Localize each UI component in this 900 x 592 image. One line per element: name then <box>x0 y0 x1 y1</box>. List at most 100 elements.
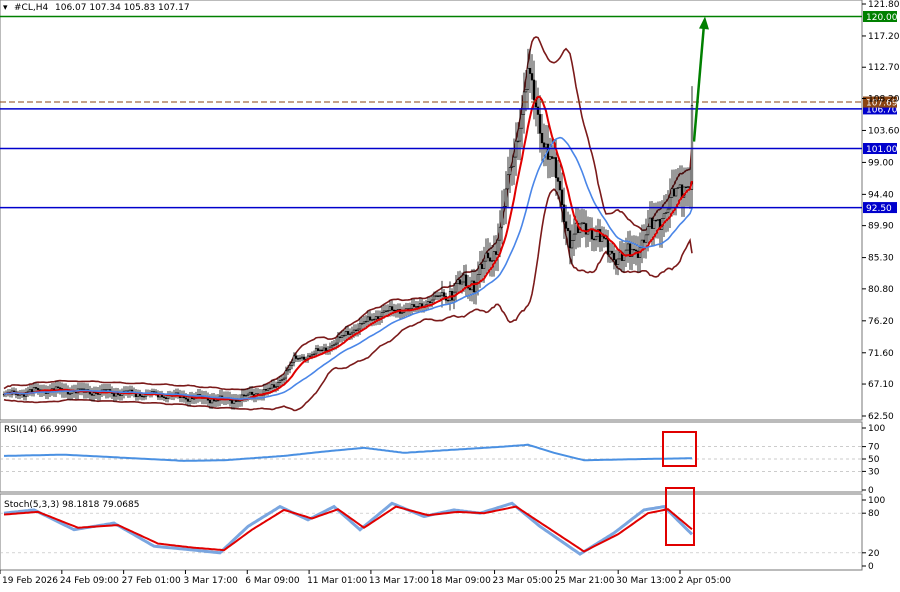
time-tick-label: 6 Mar 09:00 <box>245 576 300 586</box>
candle-body <box>246 393 250 396</box>
candle-body <box>508 167 512 176</box>
price-tick-label: 121.80 <box>868 0 900 10</box>
candle-body <box>142 395 146 398</box>
candle-body <box>516 140 520 143</box>
candle-body <box>384 310 388 313</box>
candle-body <box>250 391 254 395</box>
candle-body <box>282 377 286 380</box>
candle-body <box>684 186 688 189</box>
candle-body <box>78 388 82 390</box>
candle-body <box>236 400 240 402</box>
candle-body <box>568 230 572 249</box>
candle-body <box>192 398 196 400</box>
candle-body <box>642 239 646 243</box>
candle-body <box>458 279 462 285</box>
candle-body <box>544 143 548 148</box>
candle-body <box>386 310 390 312</box>
candle-body <box>460 281 464 285</box>
candle-body <box>604 237 608 240</box>
candle-body <box>506 174 510 190</box>
candle-body <box>496 239 500 255</box>
time-axis: 19 Feb 2026 24 Feb 09:00 27 Feb 01:00 3 Mar… <box>0 570 731 586</box>
candle-body <box>490 260 494 262</box>
candle-body <box>414 306 418 308</box>
stoch-label: Stoch(5,3,3) 98.1818 79.0685 <box>4 500 139 510</box>
rsi-label: RSI(14) 66.9990 <box>4 425 77 435</box>
candle-body <box>582 222 586 224</box>
candle-body <box>330 345 334 348</box>
candle-body <box>526 67 530 90</box>
level-label: 120.00 <box>866 13 898 23</box>
candle-body <box>340 335 344 338</box>
candle-body <box>348 333 352 336</box>
candle-body <box>436 295 440 297</box>
candle-body <box>548 156 552 160</box>
price-tick-label: 67.10 <box>868 380 894 390</box>
time-tick-label: 19 Feb 2026 <box>2 576 58 586</box>
candle-body <box>338 336 342 339</box>
candle-body <box>542 142 546 148</box>
candle-body <box>242 394 246 397</box>
candle-body <box>364 320 368 323</box>
candle-body <box>530 73 534 81</box>
candle-body <box>368 316 372 321</box>
candle-body <box>92 392 96 396</box>
time-tick-label: 13 Mar 17:00 <box>369 576 429 586</box>
candle-body <box>456 279 460 284</box>
candle-body <box>594 236 598 241</box>
candle-body <box>318 349 322 352</box>
candle-body <box>360 323 364 325</box>
candle-body <box>524 89 528 93</box>
candle-body <box>600 235 604 242</box>
price-tick-label: 103.60 <box>868 126 900 136</box>
chart-symbol: #CL,H4 <box>14 3 48 13</box>
candle-body <box>674 188 678 197</box>
candle-body <box>476 274 480 283</box>
candle-body <box>488 257 492 262</box>
candle-body <box>380 312 384 318</box>
header-arrow-icon[interactable]: ▾ <box>3 3 8 13</box>
candle-body <box>264 389 268 391</box>
candle-body <box>184 397 188 400</box>
candle-body <box>354 329 358 332</box>
candle-body <box>498 226 502 241</box>
candle-body <box>678 184 682 188</box>
candle-body <box>432 295 436 301</box>
price-tick-label: 85.30 <box>868 254 894 264</box>
candle-body <box>584 223 588 235</box>
candle-body <box>418 303 422 308</box>
chart-ohlc: 106.07 107.34 105.83 107.17 <box>55 3 190 13</box>
candle-body <box>334 342 338 346</box>
candle-body <box>58 387 62 389</box>
candle-body <box>16 394 20 396</box>
candle-body <box>36 388 40 391</box>
indicator-tick-label: 30 <box>868 467 880 477</box>
candle-body <box>248 391 252 395</box>
candle-body <box>342 334 346 337</box>
time-tick-label: 25 Mar 21:00 <box>554 576 614 586</box>
indicator-tick-label: 0 <box>868 486 874 496</box>
time-tick-label: 24 Feb 09:00 <box>60 576 119 586</box>
candle-body <box>280 379 284 381</box>
candle-body <box>208 399 212 404</box>
price-tick-label: 89.90 <box>868 222 894 232</box>
candle-body <box>308 355 312 358</box>
indicator-tick-label: 100 <box>868 424 885 434</box>
price-tick-label: 71.60 <box>868 349 894 359</box>
candle-body <box>652 219 656 229</box>
candle-body <box>370 319 374 321</box>
candle-body <box>332 344 336 346</box>
level-label: 101.00 <box>866 145 898 155</box>
time-tick-label: 23 Mar 05:00 <box>493 576 553 586</box>
candle-body <box>500 207 504 228</box>
candle-body <box>366 316 370 322</box>
candle-body <box>80 388 84 390</box>
time-tick-label: 30 Mar 13:00 <box>616 576 676 586</box>
candle-body <box>356 328 360 331</box>
candle-body <box>512 156 516 167</box>
candle-body <box>272 384 276 388</box>
candle-body <box>28 389 32 392</box>
price-panel <box>0 0 863 421</box>
candle-body <box>574 222 578 235</box>
candle-body <box>618 251 622 260</box>
